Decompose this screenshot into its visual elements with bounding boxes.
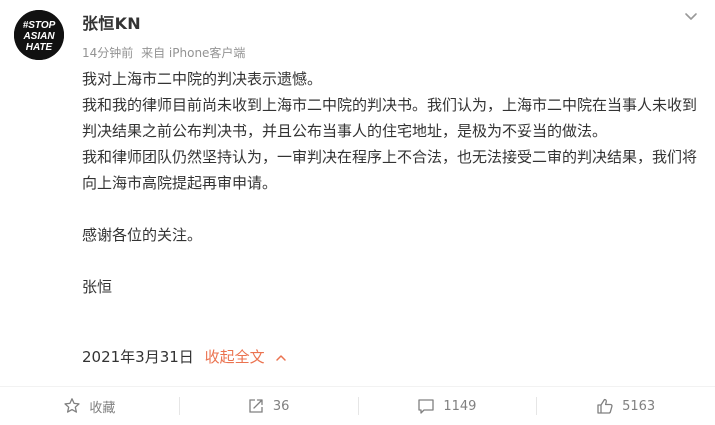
- content-date: 2021年3月31日: [82, 348, 194, 366]
- content-signature: 张恒: [82, 278, 113, 296]
- avatar-logo: #STOP ASIAN HATE: [14, 10, 64, 60]
- avatar[interactable]: #STOP ASIAN HATE: [14, 10, 64, 60]
- post-meta: 14分钟前 来自 iPhone客户端: [82, 44, 245, 61]
- date-row: 2021年3月31日 收起全文: [82, 346, 287, 368]
- svg-text:HATE: HATE: [26, 42, 53, 53]
- action-bar: 收藏 36 1149 5163: [0, 387, 715, 425]
- content-paragraph-3: 我和律师团队仍然坚持认为，一审判决在程序上不合法，也无法接受二审的判决结果，我们…: [82, 148, 698, 192]
- content-line-1: 我对上海市二中院的判决表示遗憾。: [82, 70, 323, 88]
- like-button[interactable]: 5163: [536, 387, 715, 425]
- collapse-label: 收起全文: [204, 348, 265, 366]
- star-icon: [64, 398, 81, 413]
- favorite-button[interactable]: 收藏: [0, 387, 179, 425]
- svg-text:#STOP: #STOP: [23, 20, 56, 31]
- chevron-up-icon: [276, 354, 287, 361]
- repost-count: 36: [272, 398, 290, 414]
- collapse-button[interactable]: 收起全文: [205, 348, 288, 366]
- like-count: 5163: [622, 398, 656, 414]
- svg-text:ASIAN: ASIAN: [22, 31, 55, 42]
- post-time[interactable]: 14分钟前: [82, 46, 133, 60]
- repost-icon: [249, 399, 263, 413]
- repost-button[interactable]: 36: [178, 387, 358, 425]
- content-paragraph-2: 我和我的律师目前尚未收到上海市二中院的判决书。我们认为，上海市二中院在当事人未收…: [82, 96, 698, 140]
- post-source: 来自 iPhone客户端: [141, 46, 246, 60]
- author-name[interactable]: 张恒KN: [82, 10, 141, 34]
- comment-count: 1149: [443, 398, 477, 414]
- comment-icon: [418, 399, 434, 414]
- content-paragraph-4: 感谢各位的关注。: [82, 226, 203, 244]
- favorite-label: 收藏: [89, 400, 116, 416]
- comment-button[interactable]: 1149: [357, 387, 537, 425]
- post-content: 我对上海市二中院的判决表示遗憾。 我和我的律师目前尚未收到上海市二中院的判决书。…: [82, 66, 702, 300]
- dropdown-chevron-icon[interactable]: [681, 6, 701, 26]
- like-icon: [597, 398, 613, 414]
- weibo-post-card: #STOP ASIAN HATE 张恒KN 14分钟前 来自 iPhone客户端…: [0, 0, 715, 425]
